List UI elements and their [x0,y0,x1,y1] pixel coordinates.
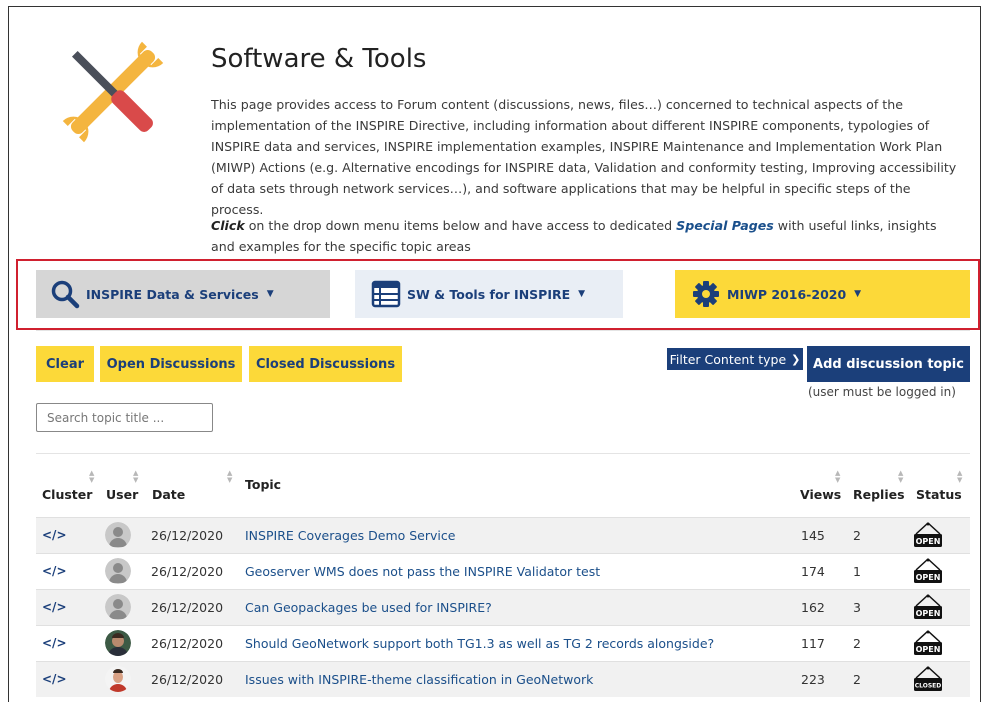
click-word: Click [211,218,245,233]
row-replies: 1 [853,564,861,579]
avatar [105,666,131,692]
table-icon [371,280,401,308]
sort-icon[interactable]: ▲ ▼ [227,470,232,484]
page-title: Software & Tools [211,44,427,74]
gear-icon [693,281,719,307]
table-row: </> 26/12/2020 INSPIRE Coverages Demo Se… [36,517,970,553]
row-views: 223 [801,672,825,687]
topic-link[interactable]: INSPIRE Coverages Demo Service [245,528,455,543]
cluster-code-icon[interactable]: </> [42,564,67,578]
topic-link[interactable]: Issues with INSPIRE-theme classification… [245,672,593,687]
avatar [105,630,131,656]
topic-link[interactable]: Can Geopackages be used for INSPIRE? [245,600,492,615]
add-discussion-topic-button[interactable]: Add discussion topic [807,346,970,382]
topic-link[interactable]: Should GeoNetwork support both TG1.3 as … [245,636,714,651]
row-replies: 2 [853,528,861,543]
filter-content-type-dropdown[interactable]: Filter Content type ❯ [667,348,803,370]
row-views: 145 [801,528,825,543]
open-discussions-button[interactable]: Open Discussions [100,346,242,382]
row-date: 26/12/2020 [151,564,224,579]
sort-icon[interactable]: ▲ ▼ [835,470,840,484]
avatar [105,522,131,548]
menu-label: MIWP 2016-2020 [727,286,847,302]
status-text: OPEN [916,645,941,654]
row-date: 26/12/2020 [151,528,224,543]
status-text: OPEN [916,609,941,618]
closed-sign-icon: CLOSED [912,666,944,697]
row-date: 26/12/2020 [151,600,224,615]
row-views: 117 [801,636,825,651]
row-views: 162 [801,600,825,615]
menu-sw-tools[interactable]: SW & Tools for INSPIRE ▼ [355,270,623,318]
header-topic[interactable]: Topic [245,477,281,492]
chevron-down-icon: ❯ [791,352,801,366]
row-views: 174 [801,564,825,579]
status-text: CLOSED [915,683,942,690]
table-row: </> 26/12/2020 Issues with INSPIRE-theme… [36,661,970,697]
divider [36,330,970,331]
table-row: </> 26/12/2020 Should GeoNetwork support… [36,625,970,661]
header-user[interactable]: User [106,487,138,502]
header-cluster[interactable]: Cluster [42,487,92,502]
login-note: (user must be logged in) [808,385,956,399]
row-replies: 2 [853,672,861,687]
table-row: </> 26/12/2020 Geoserver WMS does not pa… [36,553,970,589]
tools-logo-icon [62,41,164,143]
cluster-code-icon[interactable]: </> [42,528,67,542]
caret-down-icon: ▼ [266,289,274,299]
topic-link[interactable]: Geoserver WMS does not pass the INSPIRE … [245,564,600,579]
row-replies: 3 [853,600,861,615]
menu-inspire-data-services[interactable]: INSPIRE Data & Services ▼ [36,270,330,318]
click-text-part1: on the drop down menu items below and ha… [244,218,677,233]
caret-down-icon: ▼ [854,289,862,299]
special-pages-link[interactable]: Special Pages [676,218,774,233]
status-text: OPEN [916,537,941,546]
divider [36,453,970,454]
header-replies[interactable]: Replies [853,487,905,502]
closed-discussions-button[interactable]: Closed Discussions [249,346,402,382]
cluster-code-icon[interactable]: </> [42,600,67,614]
caret-down-icon: ▼ [578,289,586,299]
open-sign-icon: OPEN [912,630,944,661]
header-date[interactable]: Date [152,487,185,502]
cluster-code-icon[interactable]: </> [42,636,67,650]
menu-miwp[interactable]: MIWP 2016-2020 ▼ [675,270,970,318]
avatar [105,558,131,584]
clear-button[interactable]: Clear [36,346,94,382]
status-text: OPEN [916,573,941,582]
page-description: This page provides access to Forum conte… [211,97,957,217]
sort-icon[interactable]: ▲ ▼ [957,470,962,484]
filter-label: Filter Content type [669,351,787,367]
search-topic-input[interactable] [36,403,213,432]
avatar [105,594,131,620]
sort-icon[interactable]: ▲ ▼ [898,470,903,484]
header-views[interactable]: Views [800,487,841,502]
click-instructions: Click on the drop down menu items below … [211,215,963,257]
open-sign-icon: OPEN [912,522,944,553]
sort-icon[interactable]: ▲ ▼ [133,470,138,484]
menu-label: SW & Tools for INSPIRE [407,286,571,302]
cluster-code-icon[interactable]: </> [42,672,67,686]
row-date: 26/12/2020 [151,672,224,687]
sort-icon[interactable]: ▲ ▼ [89,470,94,484]
open-sign-icon: OPEN [912,558,944,589]
row-replies: 2 [853,636,861,651]
header-status[interactable]: Status [916,487,962,502]
search-icon [51,280,80,309]
open-sign-icon: OPEN [912,594,944,625]
menu-label: INSPIRE Data & Services [86,286,259,302]
table-row: </> 26/12/2020 Can Geopackages be used f… [36,589,970,625]
row-date: 26/12/2020 [151,636,224,651]
